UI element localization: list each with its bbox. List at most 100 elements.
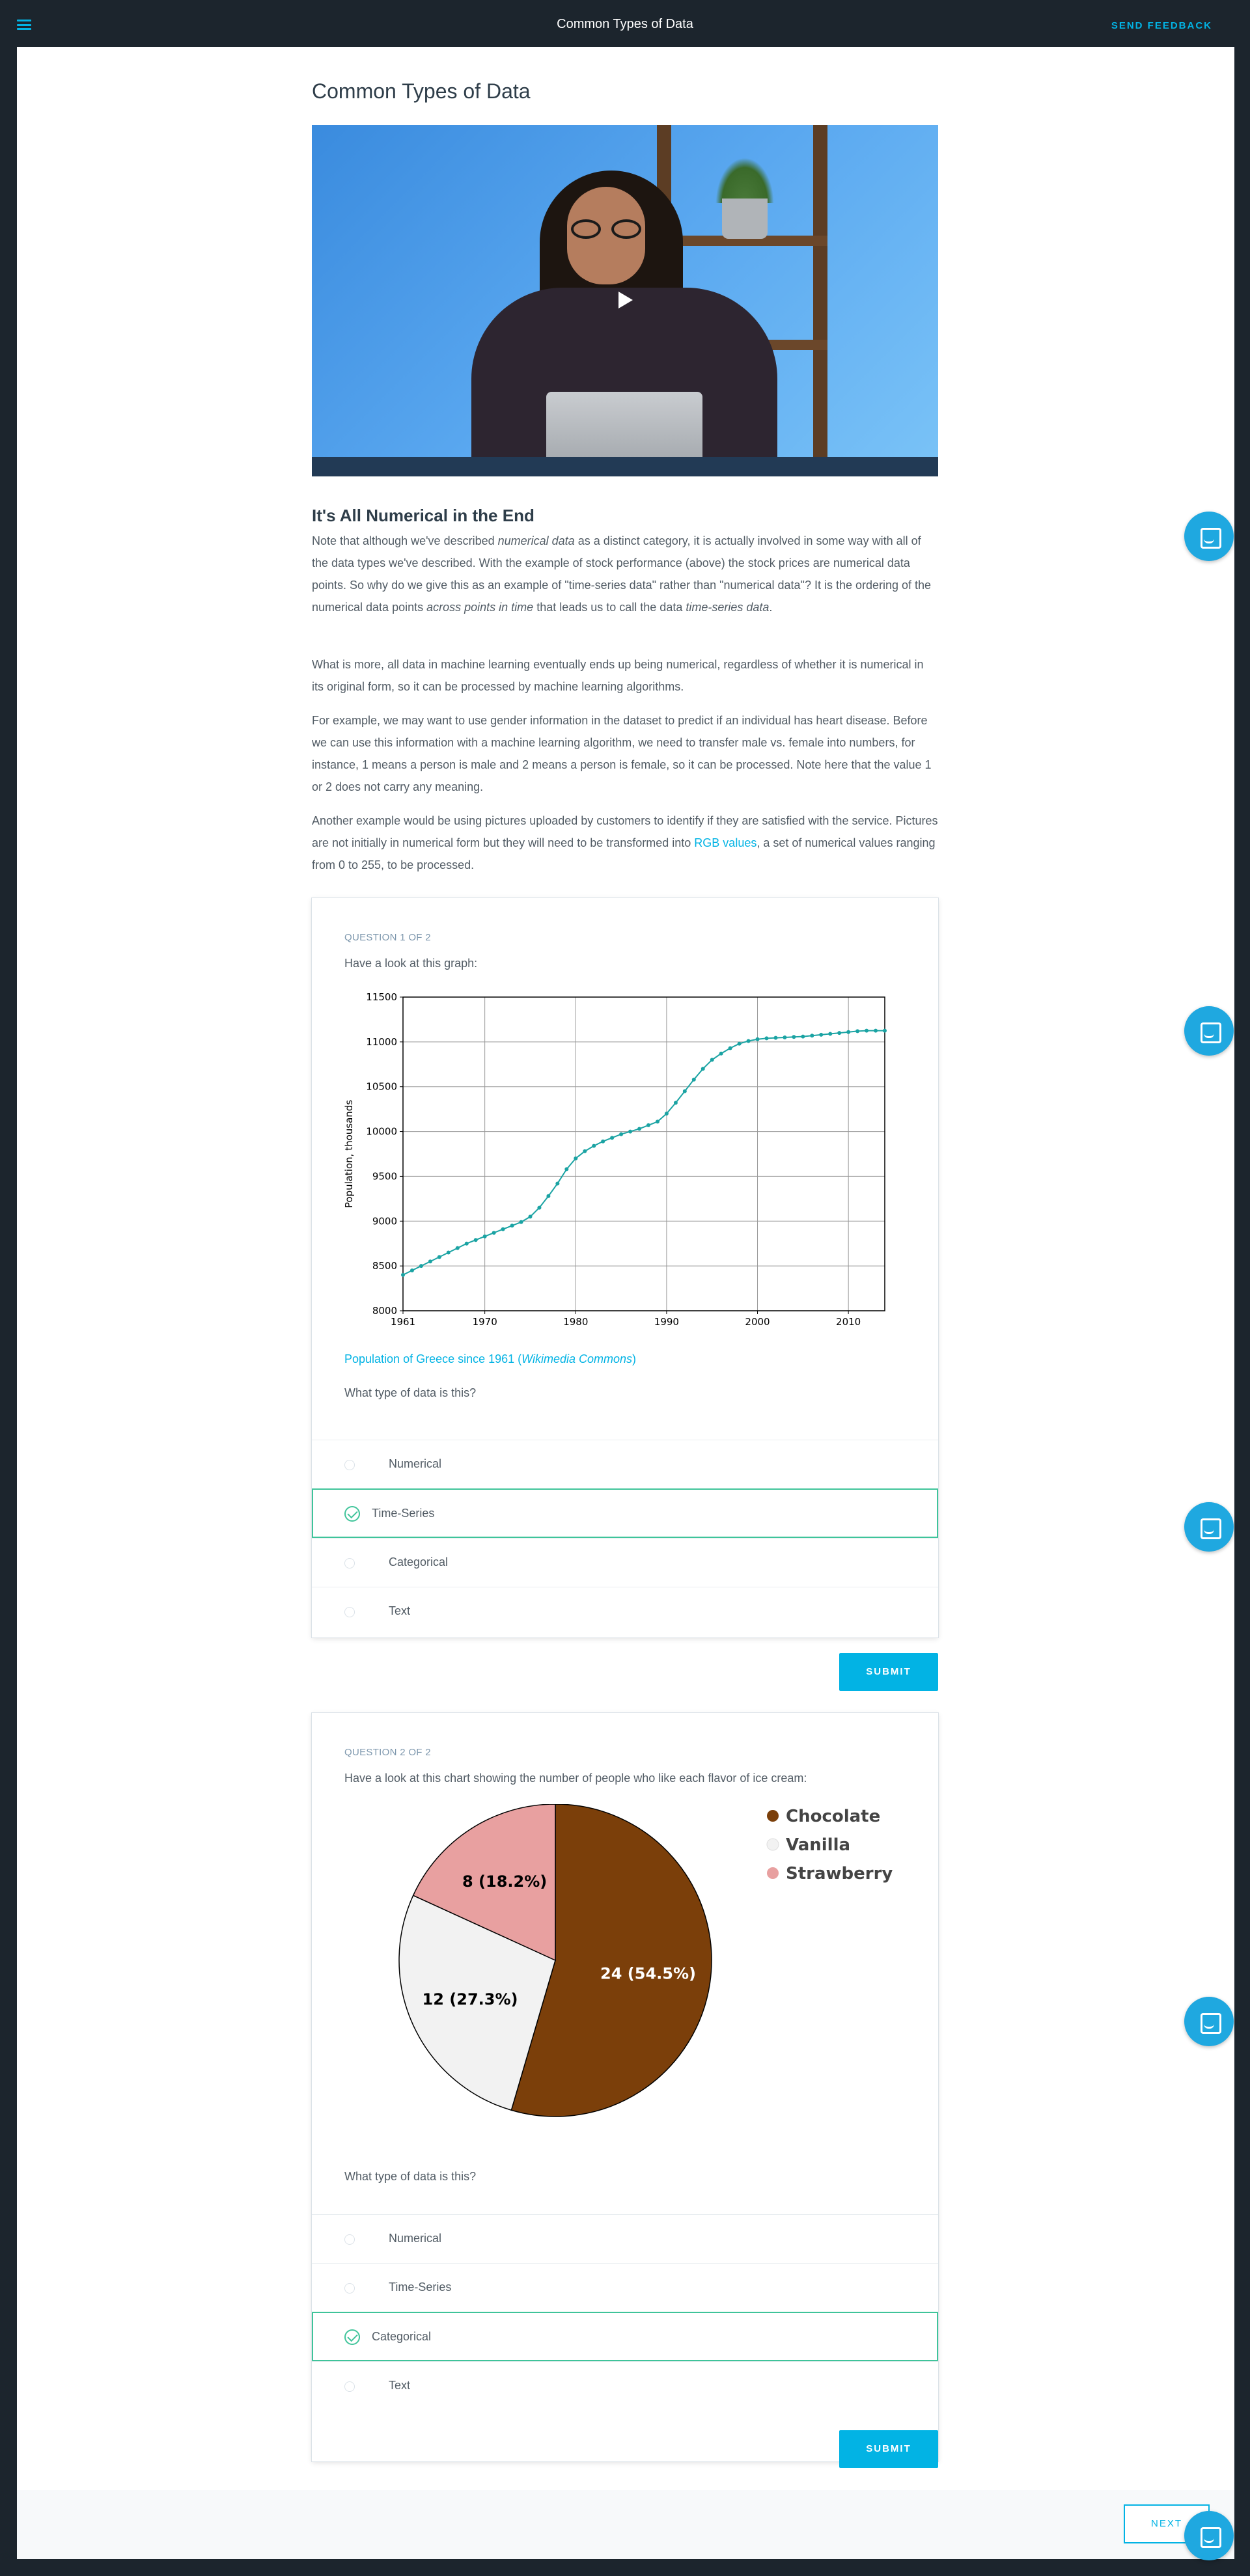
option-text[interactable]: Text [312, 2361, 938, 2410]
radio-button[interactable] [344, 2283, 355, 2294]
data-point [437, 1255, 441, 1259]
option-label: Numerical [389, 1457, 442, 1470]
video-player[interactable] [312, 125, 938, 476]
slice-data-label: 8 (18.2%) [462, 1872, 547, 1891]
y-tick-label: 11000 [366, 1036, 397, 1048]
rgb-values-link[interactable]: RGB values [694, 836, 757, 849]
data-point [664, 1112, 669, 1116]
y-tick-label: 8500 [372, 1260, 397, 1272]
slice-data-label: 24 (54.5%) [600, 1964, 696, 1982]
data-point [601, 1139, 605, 1144]
data-point [510, 1224, 514, 1228]
option-time-series[interactable]: Time-Series [312, 2263, 938, 2312]
option-numerical[interactable]: Numerical [312, 2214, 938, 2263]
question-text: What type of data is this? [344, 1386, 477, 1399]
page-footer [17, 2490, 1234, 2559]
paragraph-4: Another example would be using pictures … [312, 814, 938, 871]
population-line-chart: 1961 1970 1980 1990 2000 2010 8000 8500 9000 9500… [343, 991, 887, 1326]
data-point [555, 1181, 560, 1186]
data-point [855, 1029, 860, 1034]
data-point [610, 1136, 615, 1140]
data-point [792, 1035, 796, 1039]
header-title: Common Types of Data [557, 17, 693, 31]
data-point [410, 1268, 414, 1273]
ice-cream-pie-chart: 24 (54.5%) 12 (27.3%) 8 (18.2%) Chocolate V… [398, 1804, 893, 2117]
data-point [828, 1032, 833, 1036]
slice-data-label: 12 (27.3%) [423, 1990, 518, 2008]
radio-button[interactable] [344, 1558, 355, 1569]
radio-button[interactable] [344, 1607, 355, 1617]
paragraph-3: For example, we may want to use gender i… [312, 714, 932, 793]
x-tick-label: 1990 [654, 1316, 679, 1326]
paragraph-1: Note that although we've described numer… [312, 534, 932, 614]
x-tick-label: 2010 [836, 1316, 861, 1326]
chart-source-link[interactable]: Population of Greece since 1961 (Wikimed… [344, 1352, 636, 1366]
data-point [528, 1214, 533, 1219]
data-point [701, 1067, 705, 1071]
data-point [428, 1259, 432, 1264]
shelf-post [813, 125, 827, 476]
question-text: What type of data is this? [344, 2170, 477, 2183]
y-tick-label: 11500 [366, 991, 397, 1003]
plant-pot [722, 199, 768, 239]
data-point [673, 1101, 678, 1105]
legend-label: Vanilla [786, 1835, 850, 1855]
chat-icon[interactable] [1184, 1502, 1234, 1552]
send-feedback-button[interactable]: SEND FEEDBACK [1111, 20, 1212, 31]
radio-button[interactable] [344, 1460, 355, 1470]
presenter-glasses [571, 219, 641, 239]
submit-button-q1[interactable]: SUBMIT [839, 1653, 938, 1691]
top-bar: Common Types of Data SEND FEEDBACK [0, 0, 1250, 47]
legend-marker [766, 1838, 779, 1851]
data-point [583, 1149, 587, 1153]
option-time-series[interactable]: Time-Series [312, 1488, 938, 1538]
data-point [719, 1051, 723, 1056]
x-tick-label: 1980 [563, 1316, 588, 1326]
y-axis-label: Population, thousands [343, 1100, 355, 1208]
y-tick-label: 10500 [366, 1081, 397, 1093]
data-point [728, 1046, 732, 1050]
submit-button-q2[interactable]: SUBMIT [839, 2430, 938, 2468]
data-point [746, 1039, 751, 1043]
data-point [546, 1194, 551, 1198]
y-tick-label: 9000 [372, 1215, 397, 1227]
chat-icon[interactable] [1184, 1997, 1234, 2046]
data-point [865, 1028, 869, 1033]
plant [715, 158, 774, 203]
plot-frame [402, 996, 885, 1311]
chat-icon[interactable] [1184, 512, 1234, 561]
data-point [482, 1234, 487, 1239]
data-point [691, 1077, 696, 1082]
data-point [464, 1241, 469, 1246]
data-point [783, 1035, 787, 1039]
data-point [682, 1089, 687, 1093]
data-point [473, 1238, 478, 1242]
chat-icon[interactable] [1184, 2511, 1234, 2560]
option-label: Time-Series [372, 1507, 435, 1520]
data-point [419, 1264, 423, 1268]
x-tick-label: 1961 [391, 1316, 415, 1326]
legend-label: Strawberry [786, 1864, 893, 1884]
option-numerical[interactable]: Numerical [312, 1440, 938, 1488]
data-point [564, 1167, 569, 1172]
chat-icon[interactable] [1184, 1006, 1234, 1056]
radio-button[interactable] [344, 2381, 355, 2392]
legend-marker [767, 1867, 779, 1879]
option-text[interactable]: Text [312, 1587, 938, 1636]
data-point [773, 1035, 778, 1040]
paragraph-2: What is more, all data in machine learni… [312, 658, 924, 693]
data-point [764, 1036, 769, 1041]
check-circle-icon [344, 2329, 360, 2345]
radio-button[interactable] [344, 2234, 355, 2245]
data-point [883, 1028, 887, 1033]
data-point [819, 1032, 824, 1037]
data-point [446, 1250, 451, 1255]
option-categorical[interactable]: Categorical [312, 2312, 938, 2361]
data-point [655, 1119, 660, 1124]
data-point [637, 1127, 642, 1131]
option-categorical[interactable]: Categorical [312, 1538, 938, 1587]
question-card-1: QUESTION 1 OF 2 Have a look at this grap… [312, 898, 938, 1637]
question-card-2: QUESTION 2 OF 2 Have a look at this char… [312, 1713, 938, 2461]
play-icon[interactable] [618, 292, 633, 308]
y-tick-label: 10000 [366, 1126, 397, 1138]
